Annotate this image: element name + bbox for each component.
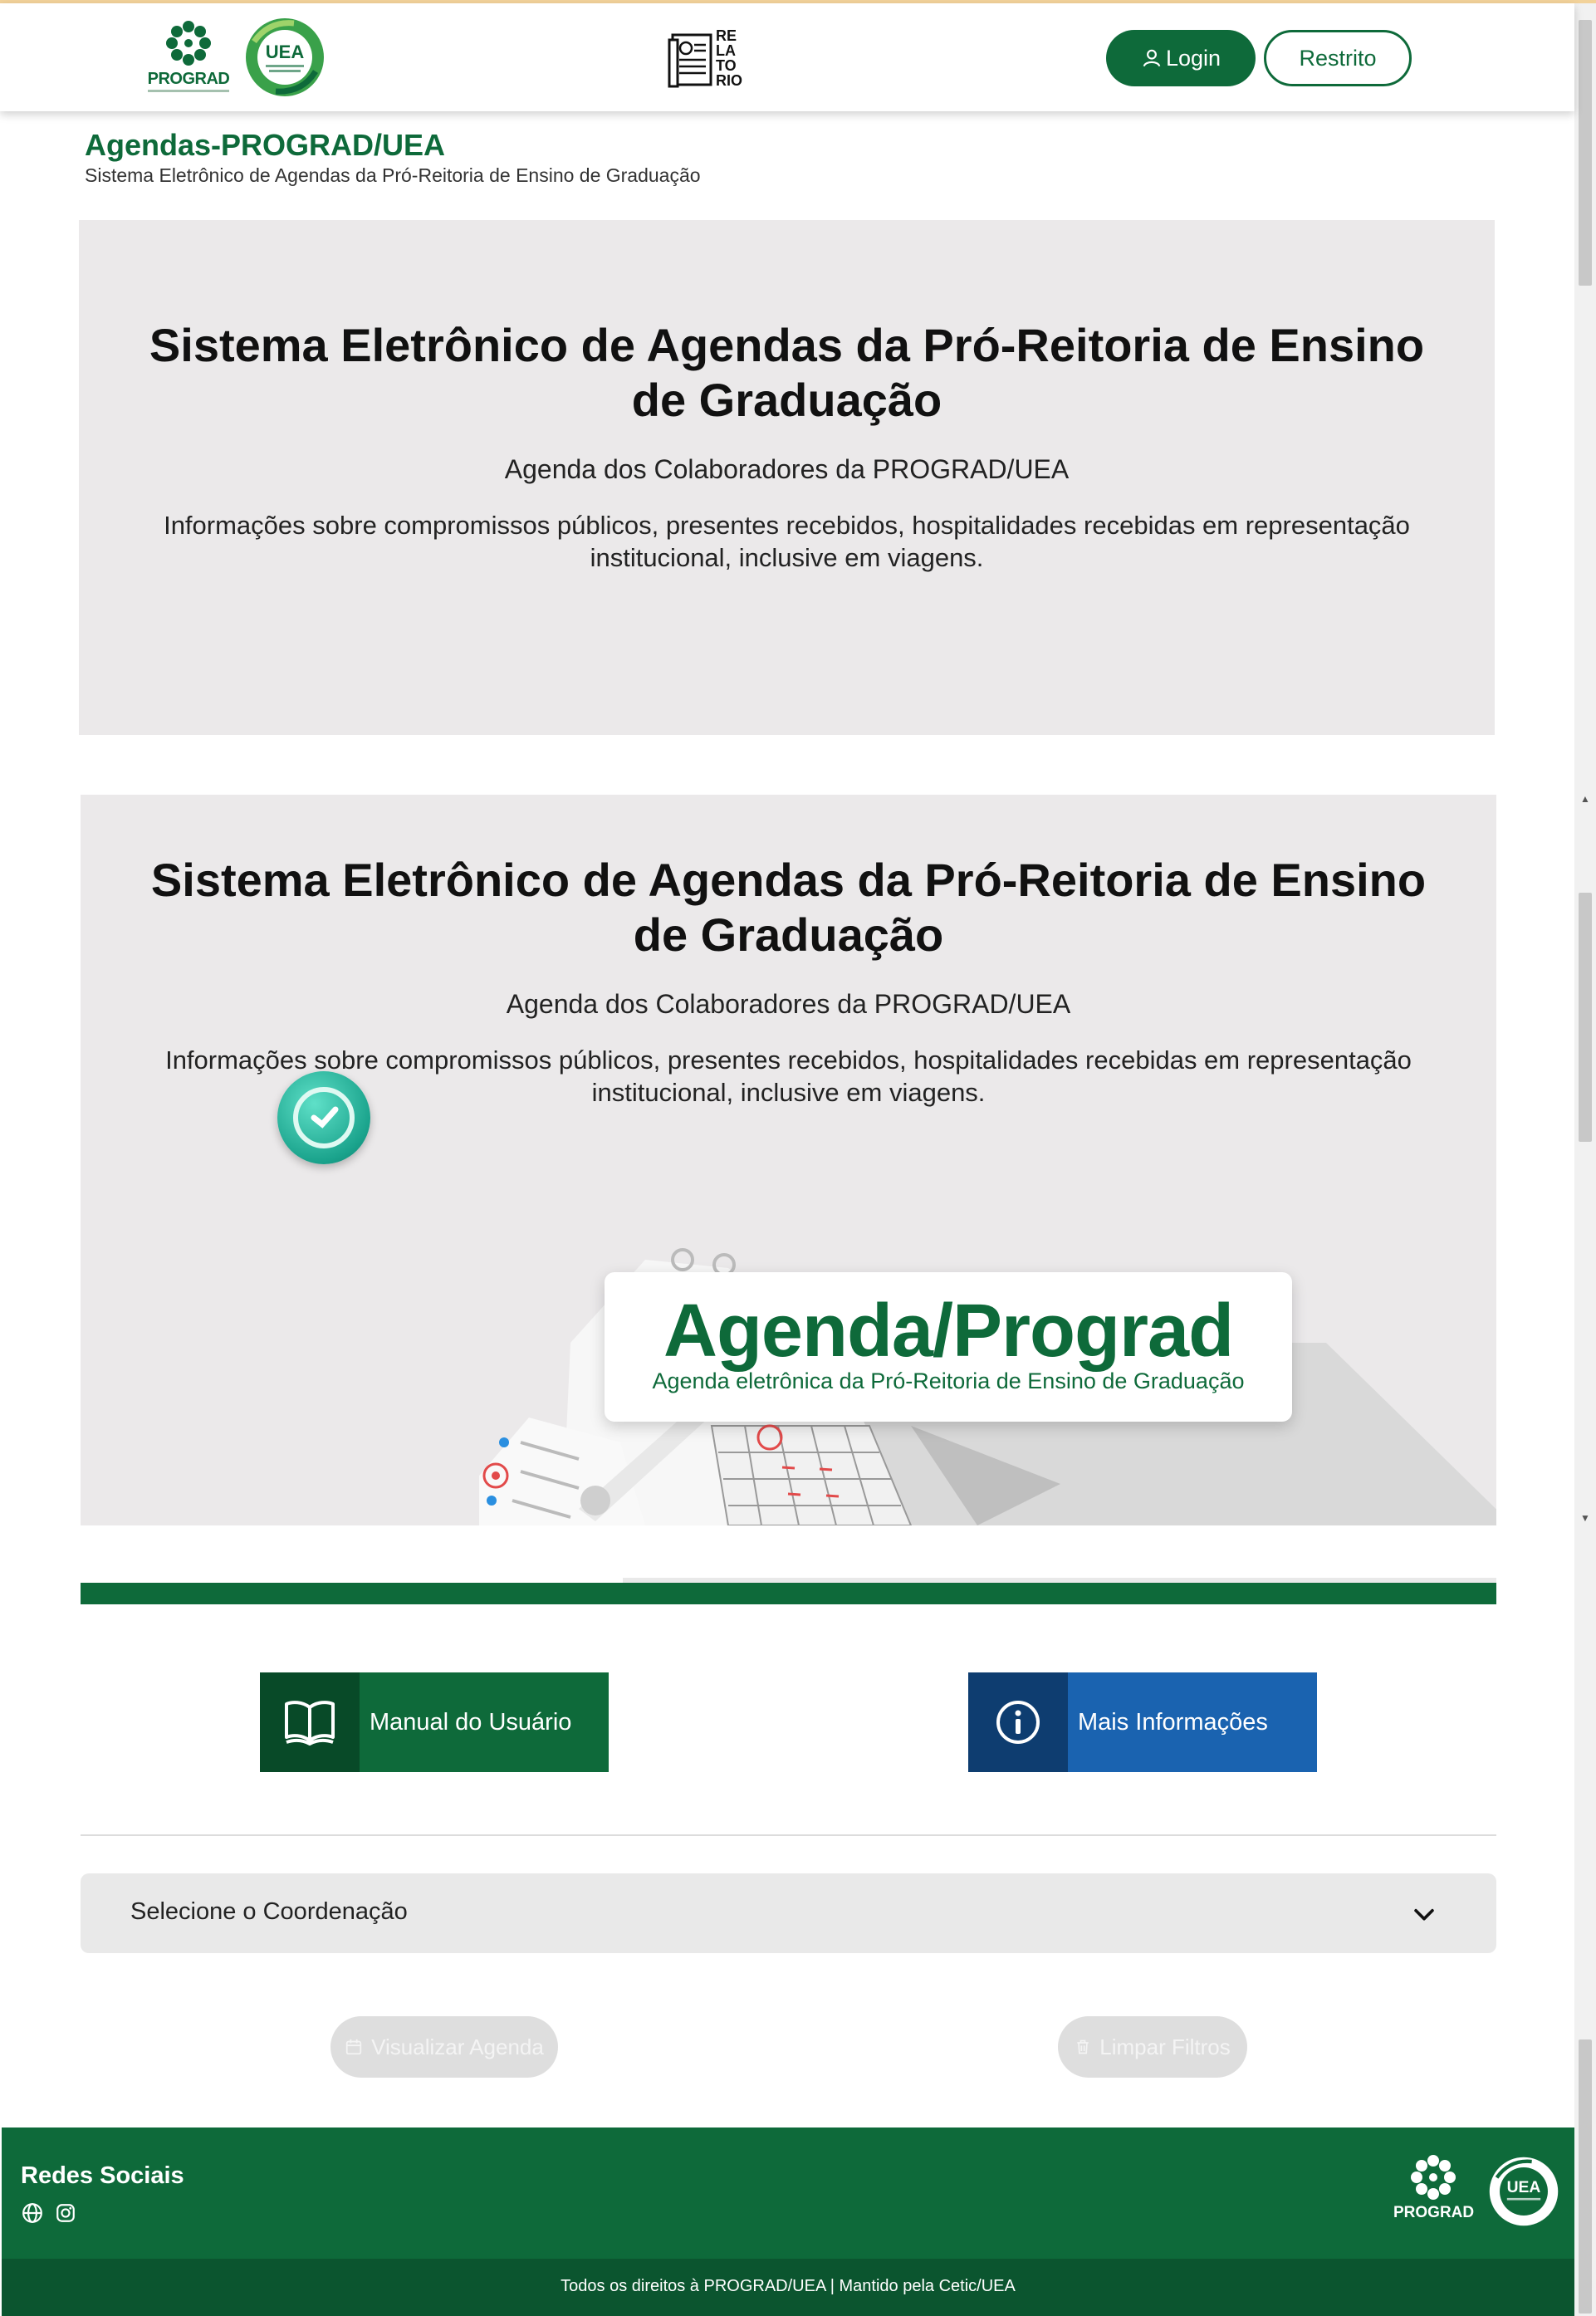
- footer-prograd-logo: PROGRAD: [1393, 2152, 1475, 2227]
- site-title[interactable]: Agendas-PROGRAD/UEA: [85, 128, 445, 163]
- book-icon: [285, 1701, 335, 1746]
- flower-icon: [166, 21, 211, 66]
- copyright-text: Todos os direitos à PROGRAD/UEA | Mantid…: [561, 2277, 1016, 2295]
- hero-banner-section: Sistema Eletrônico de Agendas da Pró-Rei…: [81, 795, 1496, 1525]
- manual-usuario-label: Manual do Usuário: [370, 1708, 572, 1736]
- info-icon: [996, 1701, 1040, 1744]
- scroll-down-arrow-icon[interactable]: ▼: [1580, 1512, 1590, 1524]
- banner-subtitle: Agenda eletrônica da Pró-Reitoria de Ens…: [652, 1369, 1245, 1393]
- instagram-icon[interactable]: [55, 2202, 76, 2224]
- divider-line: [81, 1834, 1496, 1836]
- globe-icon[interactable]: [22, 2202, 43, 2224]
- login-button[interactable]: Login: [1106, 30, 1256, 86]
- user-icon: [1143, 49, 1161, 67]
- footer-copyright-bar: Todos os direitos à PROGRAD/UEA | Mantid…: [2, 2259, 1574, 2316]
- restrito-label: Restrito: [1299, 45, 1377, 71]
- uea-logo-text: UEA: [266, 42, 305, 62]
- manual-usuario-button[interactable]: Manual do Usuário: [260, 1672, 609, 1772]
- footer-uea-logo: UEA: [1489, 2157, 1559, 2226]
- footer: Redes Sociais PROGRAD UEA: [2, 2127, 1574, 2259]
- prograd-logo-text: PROGRAD: [147, 70, 230, 88]
- scroll-up-arrow-icon[interactable]: ▲: [1580, 793, 1590, 805]
- banner-title: Agenda/Prograd: [663, 1290, 1234, 1373]
- footer-prograd-logo-text: PROGRAD: [1393, 2204, 1475, 2221]
- prograd-logo[interactable]: PROGRAD: [143, 18, 234, 98]
- flower-icon: [1411, 2155, 1456, 2200]
- uea-logo[interactable]: UEA: [244, 17, 326, 98]
- section-divider-bar: [81, 1583, 1496, 1604]
- login-label: Login: [1165, 45, 1221, 71]
- social-links: [22, 2202, 76, 2224]
- navbar: PROGRAD UEA RE LA TO RIO Login Restrito: [0, 3, 1574, 111]
- coordenacao-select[interactable]: Selecione o Coordenação: [81, 1873, 1496, 1953]
- footer-uea-logo-text: UEA: [1507, 2179, 1541, 2196]
- hero-section: Sistema Eletrônico de Agendas da Pró-Rei…: [79, 220, 1495, 735]
- restrito-button[interactable]: Restrito: [1264, 30, 1412, 86]
- hero-title: Sistema Eletrônico de Agendas da Pró-Rei…: [150, 854, 1427, 961]
- calendar-icon: [345, 2039, 362, 2055]
- hero-subtitle: Agenda dos Colaboradores da PROGRAD/UEA: [506, 989, 1071, 1019]
- site-subtitle: Sistema Eletrônico de Agendas da Pró-Rei…: [85, 164, 701, 186]
- redes-sociais-title: Redes Sociais: [21, 2162, 184, 2189]
- relatorio-logo-text: RE LA TO RIO: [716, 27, 743, 89]
- relatorio-logo[interactable]: RE LA TO RIO: [668, 28, 751, 91]
- agenda-prograd-banner: Agenda/Prograd Agenda eletrônica da Pró-…: [605, 1272, 1292, 1422]
- trash-icon: [1077, 2039, 1089, 2054]
- limpar-filtros-label: Limpar Filtros: [1099, 2034, 1231, 2059]
- hero-subtitle: Agenda dos Colaboradores da PROGRAD/UEA: [504, 454, 1070, 484]
- coordenacao-select-value: Selecione o Coordenação: [130, 1898, 408, 1925]
- report-document-icon: [668, 33, 712, 88]
- hero-title: Sistema Eletrônico de Agendas da Pró-Rei…: [149, 319, 1425, 426]
- visualizar-agenda-button[interactable]: Visualizar Agenda: [330, 2016, 558, 2078]
- check-circle-icon: [277, 1071, 370, 1164]
- mais-informacoes-label: Mais Informações: [1078, 1708, 1268, 1736]
- visualizar-agenda-label: Visualizar Agenda: [371, 2034, 544, 2059]
- mais-informacoes-button[interactable]: Mais Informações: [968, 1672, 1317, 1772]
- chevron-down-icon: [1414, 1908, 1434, 1921]
- hero-description: Informações sobre compromissos públicos,…: [164, 511, 1410, 572]
- limpar-filtros-button[interactable]: Limpar Filtros: [1058, 2016, 1247, 2078]
- carousel-scrollbar[interactable]: ▲ ▼: [1574, 793, 1596, 1524]
